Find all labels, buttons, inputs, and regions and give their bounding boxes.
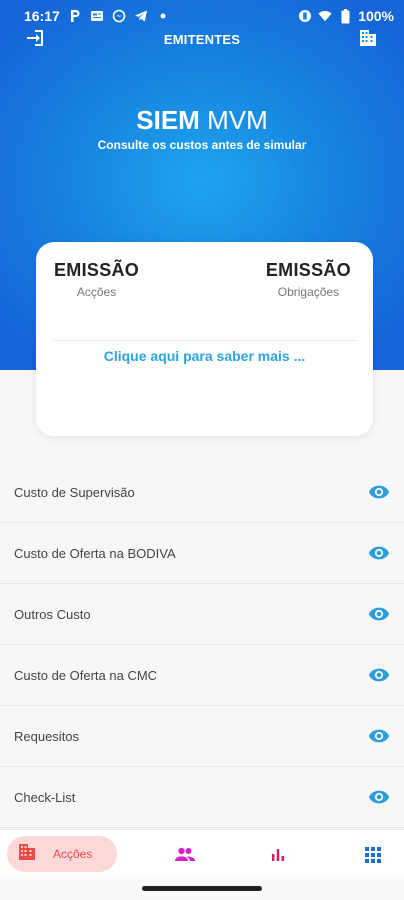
list-item-supervisao[interactable]: Custo de Supervisão (0, 462, 404, 523)
system-navigation-bar (0, 879, 404, 900)
list-item-label: Check-List (14, 789, 76, 805)
costs-list: Custo de Supervisão Custo de Oferta na B… (0, 462, 404, 828)
list-item-check-list[interactable]: Check-List (0, 767, 404, 828)
eye-icon[interactable] (368, 603, 390, 625)
p-app-icon (68, 9, 82, 23)
vibrate-icon (298, 9, 312, 23)
eye-icon[interactable] (368, 786, 390, 808)
brand-title-bold: SIEM (136, 105, 200, 135)
nav-tab-acoes[interactable]: Acções (7, 836, 117, 872)
emission-card: EMISSÃO Acções EMISSÃO Obrigações Clique… (36, 242, 373, 436)
list-item-label: Custo de Supervisão (14, 484, 135, 500)
nav-tab-acoes-label: Acções (53, 847, 93, 861)
battery-percentage: 100% (358, 8, 394, 24)
grid-icon[interactable] (361, 843, 385, 867)
eye-icon[interactable] (368, 664, 390, 686)
list-item-oferta-bodiva[interactable]: Custo de Oferta na BODIVA (0, 523, 404, 584)
building-icon (17, 842, 37, 867)
list-item-label: Outros Custo (14, 606, 91, 622)
status-time: 16:17 (24, 8, 60, 24)
list-item-label: Custo de Oferta na BODIVA (14, 545, 176, 561)
messenger-icon (112, 9, 126, 23)
telegram-icon (134, 9, 148, 23)
app-bar: EMITENTES (0, 28, 404, 50)
home-gesture-bar[interactable] (142, 886, 262, 891)
login-icon[interactable] (26, 28, 46, 48)
emission-obrigacoes-subtitle: Obrigações (277, 285, 340, 299)
emission-obrigacoes[interactable]: EMISSÃO Obrigações (266, 260, 351, 299)
list-item-label: Requesitos (14, 728, 80, 744)
list-item-label: Custo de Oferta na CMC (14, 667, 158, 683)
learn-more-link[interactable]: Clique aqui para saber mais ... (36, 348, 373, 364)
bar-chart-icon[interactable] (266, 843, 290, 867)
news-icon (90, 9, 104, 23)
brand-subtitle: Consulte os custos antes de simular (97, 138, 307, 152)
list-item-outros-custo[interactable]: Outros Custo (0, 584, 404, 645)
brand-title: SIEM MVM (0, 104, 404, 136)
building-icon[interactable] (358, 28, 378, 48)
brand-block: SIEM MVM Consulte os custos antes de sim… (0, 104, 404, 152)
emission-obrigacoes-title: EMISSÃO (265, 260, 351, 280)
people-icon[interactable] (173, 843, 197, 867)
eye-icon[interactable] (368, 542, 390, 564)
list-item-requesitos[interactable]: Requesitos (0, 706, 404, 767)
page-title: EMITENTES (163, 31, 241, 47)
emission-acoes-subtitle: Acções (76, 285, 117, 299)
bottom-navigation: Acções (0, 829, 404, 879)
emission-acoes[interactable]: EMISSÃO Acções (54, 260, 139, 299)
card-divider (53, 340, 356, 341)
brand-title-light: MVM (207, 105, 268, 135)
eye-icon[interactable] (368, 481, 390, 503)
wifi-icon (318, 9, 332, 23)
emission-acoes-title: EMISSÃO (54, 260, 140, 280)
dot-icon (156, 9, 170, 23)
eye-icon[interactable] (368, 725, 390, 747)
list-item-oferta-cmc[interactable]: Custo de Oferta na CMC (0, 645, 404, 706)
battery-icon (338, 8, 352, 23)
